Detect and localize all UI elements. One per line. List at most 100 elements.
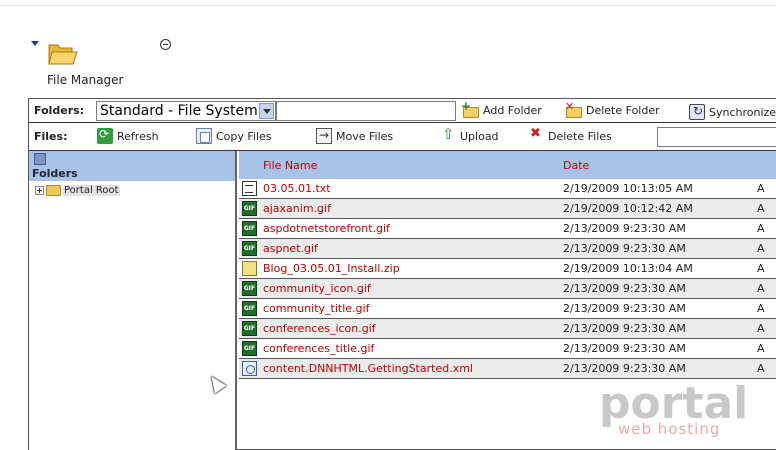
file-date: 2/13/2009 9:23:30 AM <box>563 322 686 335</box>
refresh-label: Refresh <box>117 129 159 143</box>
table-row[interactable]: 03.05.01.txt 2/19/2009 10:13:05 AM A <box>239 179 776 199</box>
files-label: Files: <box>34 130 68 143</box>
synchronize-button[interactable]: Synchronize <box>689 104 776 120</box>
file-name[interactable]: community_icon.gif <box>263 282 371 295</box>
file-date: 2/13/2009 9:23:30 AM <box>563 282 686 295</box>
file-attribute: A <box>757 202 765 215</box>
copy-files-button[interactable]: Copy Files <box>196 128 272 144</box>
add-folder-icon <box>461 99 479 118</box>
table-row[interactable]: GIF community_title.gif 2/13/2009 9:23:30 … <box>239 299 776 319</box>
table-row[interactable]: content.DNNHTML.GettingStarted.xml 2/13/2… <box>239 359 776 379</box>
expand-plus-icon[interactable] <box>35 186 44 195</box>
folders-label: Folders: <box>34 104 85 117</box>
gif-file-icon: GIF <box>242 201 257 216</box>
synchronize-icon <box>689 104 705 120</box>
table-row[interactable]: GIF ajaxanim.gif 2/19/2009 10:12:42 AM A <box>239 199 776 219</box>
folder-provider-select[interactable]: Standard - File System <box>96 101 276 121</box>
folder-tree-icon <box>34 153 46 165</box>
gif-file-icon: GIF <box>242 321 257 336</box>
delete-files-button[interactable]: Delete Files <box>528 126 612 144</box>
copy-files-label: Copy Files <box>216 129 272 143</box>
folders-header: Folders <box>29 151 235 181</box>
module-header: File Manager <box>0 30 776 92</box>
file-name[interactable]: aspdotnetstorefront.gif <box>263 222 390 235</box>
file-attribute: A <box>757 242 765 255</box>
file-attribute: A <box>757 262 765 275</box>
file-attribute: A <box>757 342 765 355</box>
refresh-icon <box>97 127 113 144</box>
file-date: 2/13/2009 9:23:30 AM <box>563 342 686 355</box>
file-attribute: A <box>757 362 765 375</box>
gif-file-icon: GIF <box>242 241 257 256</box>
synchronize-label: Synchronize <box>709 105 776 119</box>
add-folder-label: Add Folder <box>483 104 542 117</box>
file-date: 2/13/2009 9:23:30 AM <box>563 222 686 235</box>
top-border <box>0 0 776 6</box>
column-header-file-name[interactable]: File Name <box>263 159 317 172</box>
table-row[interactable]: GIF aspdotnetstorefront.gif 2/13/2009 9:23… <box>239 219 776 239</box>
watermark: portal web hosting <box>596 378 776 446</box>
table-row[interactable]: Blog_03.05.01_Install.zip 2/19/2009 10:13… <box>239 259 776 279</box>
file-date: 2/19/2009 10:13:05 AM <box>563 182 693 195</box>
zip-file-icon <box>242 261 257 276</box>
file-attribute: A <box>757 222 765 235</box>
folders-toolbar: Folders: Standard - File System Add Fold… <box>29 99 776 123</box>
filter-input[interactable] <box>657 127 776 147</box>
files-header: File Name Date <box>239 151 776 179</box>
file-name[interactable]: conferences_title.gif <box>263 342 374 355</box>
file-name[interactable]: ajaxanim.gif <box>263 202 331 215</box>
table-row[interactable]: GIF aspnet.gif 2/13/2009 9:23:30 AM A <box>239 239 776 259</box>
folders-pane: Folders Portal Root <box>29 151 237 450</box>
delete-folder-button[interactable]: Delete Folder <box>565 100 660 118</box>
move-icon <box>316 128 332 144</box>
file-date: 2/13/2009 9:23:30 AM <box>563 302 686 315</box>
copy-icon <box>196 128 212 144</box>
tree-node-label: Portal Root <box>63 185 120 196</box>
file-date: 2/19/2009 10:12:42 AM <box>563 202 693 215</box>
column-header-date[interactable]: Date <box>563 159 589 172</box>
add-folder-button[interactable]: Add Folder <box>461 99 542 118</box>
file-name[interactable]: content.DNNHTML.GettingStarted.xml <box>263 362 473 375</box>
folder-provider-value: Standard - File System <box>100 103 258 119</box>
gif-file-icon: GIF <box>242 341 257 356</box>
file-attribute: A <box>757 282 765 295</box>
file-name[interactable]: aspnet.gif <box>263 242 318 255</box>
tree-node-portal-root[interactable]: Portal Root <box>35 185 120 196</box>
gif-file-icon: GIF <box>242 281 257 296</box>
watermark-tagline: web hosting <box>618 420 721 438</box>
gif-file-icon: GIF <box>242 221 257 236</box>
gif-file-icon: GIF <box>242 301 257 316</box>
file-name[interactable]: Blog_03.05.01_Install.zip <box>263 262 400 275</box>
refresh-button[interactable]: Refresh <box>97 127 159 144</box>
upload-icon <box>440 125 456 144</box>
delete-folder-label: Delete Folder <box>586 104 660 117</box>
open-folder-icon <box>48 44 78 65</box>
txt-file-icon <box>242 181 257 196</box>
delete-folder-icon <box>565 100 582 118</box>
triangle-down-icon[interactable] <box>31 41 39 46</box>
file-name[interactable]: 03.05.01.txt <box>263 182 331 195</box>
upload-label: Upload <box>460 129 499 143</box>
module-title: File Manager <box>47 73 124 87</box>
delete-files-label: Delete Files <box>548 129 612 143</box>
file-attribute: A <box>757 322 765 335</box>
minus-circle-icon[interactable] <box>160 39 171 50</box>
move-files-label: Move Files <box>336 129 394 143</box>
folder-icon <box>46 185 61 196</box>
delete-icon <box>528 126 544 144</box>
table-row[interactable]: GIF community_icon.gif 2/13/2009 9:23:30 A… <box>239 279 776 299</box>
folder-path-input[interactable] <box>276 101 456 121</box>
file-date: 2/19/2009 10:13:04 AM <box>563 262 693 275</box>
file-name[interactable]: community_title.gif <box>263 302 369 315</box>
xml-file-icon <box>242 361 257 376</box>
move-files-button[interactable]: Move Files <box>316 128 393 144</box>
upload-button[interactable]: Upload <box>440 125 499 144</box>
file-date: 2/13/2009 9:23:30 AM <box>563 242 686 255</box>
table-row[interactable]: GIF conferences_icon.gif 2/13/2009 9:23:30… <box>239 319 776 339</box>
file-name[interactable]: conferences_icon.gif <box>263 322 376 335</box>
chevron-down-icon[interactable] <box>259 103 274 119</box>
files-toolbar: Files: Refresh Copy Files Move Files Upl… <box>29 123 776 151</box>
table-row[interactable]: GIF conferences_title.gif 2/13/2009 9:23:3… <box>239 339 776 359</box>
folders-header-title: Folders <box>32 167 78 180</box>
file-attribute: A <box>757 182 765 195</box>
